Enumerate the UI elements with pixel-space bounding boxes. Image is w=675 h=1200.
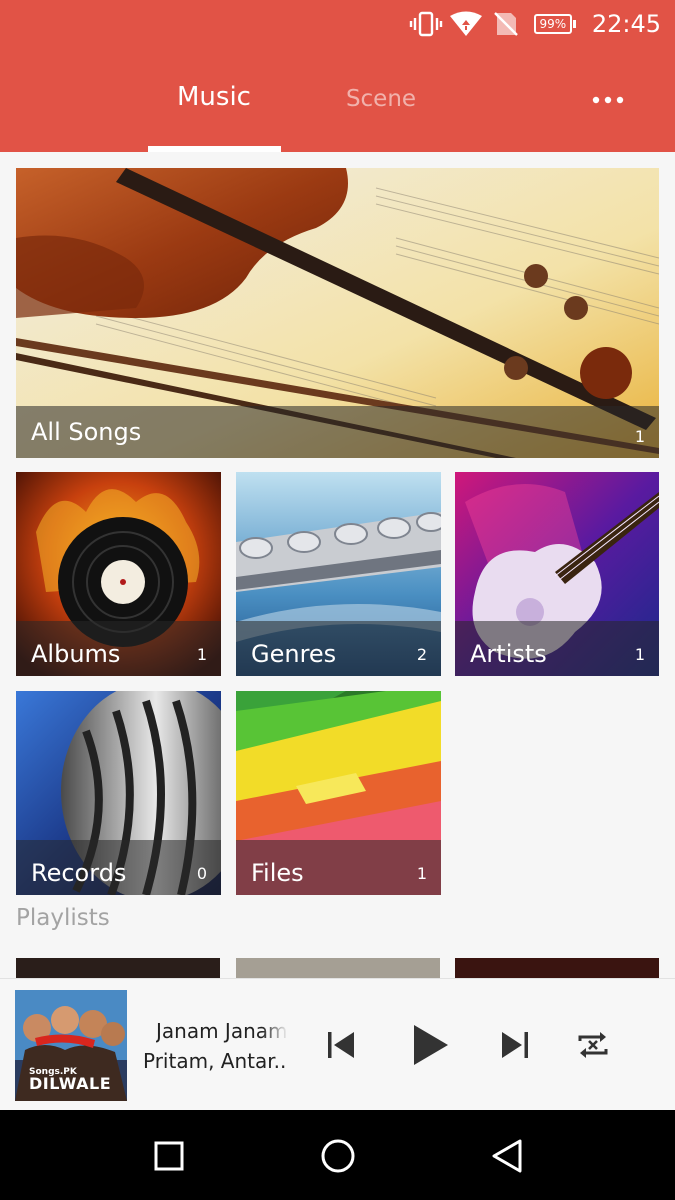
no-sim-icon (486, 8, 526, 40)
wifi-icon (446, 8, 486, 40)
back-icon[interactable] (485, 1134, 529, 1178)
all-songs-count: 1 (634, 427, 645, 446)
battery-level: 99% (533, 14, 572, 34)
battery-icon: 99% (533, 14, 576, 34)
artists-tile[interactable]: Artists 1 (455, 472, 659, 676)
genres-tile[interactable]: Genres 2 (236, 472, 441, 676)
files-label: Files (251, 859, 304, 887)
more-dots-icon[interactable] (588, 82, 628, 118)
album-cover[interactable]: Songs.PK DILWALE (15, 990, 127, 1101)
now-playing-bar[interactable]: Songs.PK DILWALE Janam Janam Pritam, Ant… (0, 978, 675, 1110)
files-tile[interactable]: Files 1 (236, 691, 441, 895)
files-count: 1 (416, 864, 427, 883)
next-icon[interactable] (492, 1023, 538, 1067)
records-tile[interactable]: Records 0 (16, 691, 221, 895)
playlist-tile[interactable] (236, 958, 440, 980)
vibrate-icon (406, 8, 446, 40)
albums-label: Albums (31, 640, 121, 668)
playlist-tile[interactable] (16, 958, 220, 980)
app-bar: 99% 22:45 Music Scene (0, 0, 675, 152)
play-icon[interactable] (402, 1015, 458, 1075)
repeat-icon[interactable] (570, 1025, 616, 1065)
genres-count: 2 (416, 645, 427, 664)
previous-icon[interactable] (318, 1023, 364, 1067)
clock: 22:45 (591, 10, 661, 38)
all-songs-label: All Songs (31, 418, 142, 446)
records-label: Records (31, 859, 127, 887)
playlist-tile[interactable] (455, 958, 659, 980)
tab-indicator (148, 146, 281, 152)
albums-count: 1 (196, 645, 207, 664)
all-songs-tile[interactable]: All Songs 1 (16, 168, 659, 458)
song-artist: Pritam, Antar.. (143, 1049, 287, 1073)
home-icon[interactable] (316, 1134, 360, 1178)
playlists-heading: Playlists (16, 905, 110, 931)
recents-icon[interactable] (147, 1134, 191, 1178)
records-count: 0 (196, 864, 207, 883)
tab-music[interactable]: Music (148, 82, 280, 120)
system-nav-bar (0, 1110, 675, 1200)
cover-logo: DILWALE (29, 1074, 112, 1093)
tab-scene[interactable]: Scene (330, 86, 432, 124)
albums-tile[interactable]: Albums 1 (16, 472, 221, 676)
artists-label: Artists (470, 640, 547, 668)
song-title: Janam Janam (156, 1019, 288, 1043)
status-bar: 99% 22:45 (406, 8, 661, 40)
genres-label: Genres (251, 640, 337, 668)
artists-count: 1 (634, 645, 645, 664)
